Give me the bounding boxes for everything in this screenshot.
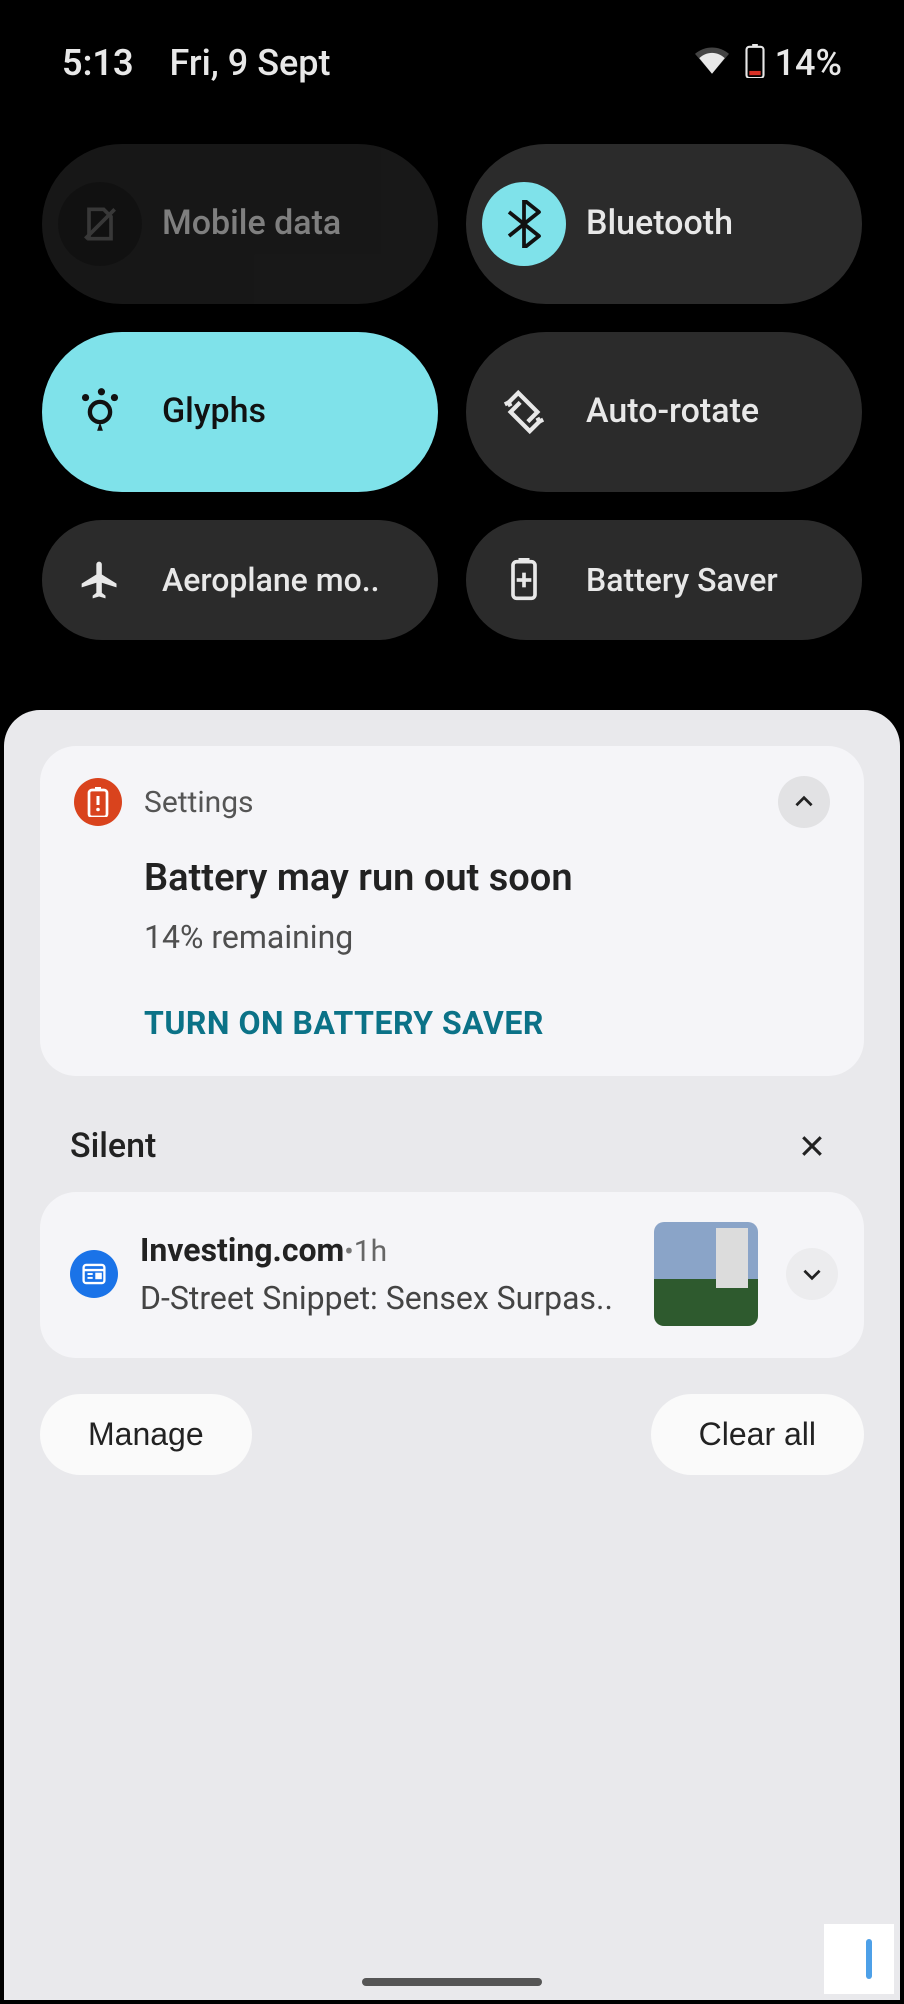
notification-battery-warning[interactable]: Settings Battery may run out soon 14% re… [40,746,864,1076]
notification-body: D-Street Snippet: Sensex Surpas.. [140,1279,632,1317]
notification-title: Battery may run out soon [144,856,830,900]
clear-all-button[interactable]: Clear all [651,1394,864,1475]
expand-button[interactable] [786,1248,838,1300]
qs-label: Battery Saver [586,562,778,599]
separator-dot: • [344,1235,353,1268]
collapse-button[interactable] [778,776,830,828]
qs-tile-bluetooth[interactable]: Bluetooth [466,144,862,304]
turn-on-battery-saver-action[interactable]: TURN ON BATTERY SAVER [144,1004,830,1042]
qs-label: Glyphs [162,392,266,431]
notification-investing[interactable]: Investing.com • 1h D-Street Snippet: Sen… [40,1192,864,1358]
battery-saver-icon [482,538,566,622]
manage-notifications-button[interactable]: Manage [40,1394,252,1475]
glyphs-icon [58,370,142,454]
status-bar: 5:13 Fri, 9 Sept 14% [4,4,900,94]
dismiss-silent-button[interactable] [790,1124,834,1168]
status-time: 5:13 [62,42,134,84]
qs-tile-aeroplane-mode[interactable]: Aeroplane mo.. [42,520,438,640]
qs-tile-battery-saver[interactable]: Battery Saver [466,520,862,640]
sim-off-icon [58,182,142,266]
qs-tile-auto-rotate[interactable]: Auto-rotate [466,332,862,492]
auto-rotate-icon [482,370,566,454]
silent-section-label: Silent [70,1126,156,1166]
status-battery-pct: 14% [775,42,842,84]
notification-age: 1h [354,1234,387,1269]
watermark [824,1924,894,1994]
notification-app-name: Settings [144,785,254,820]
notification-thumbnail [654,1222,758,1326]
battery-low-icon [745,44,765,82]
notification-app-name: Investing.com [140,1231,344,1269]
settings-app-icon [74,778,122,826]
qs-tile-mobile-data[interactable]: Mobile data [42,144,438,304]
airplane-icon [58,538,142,622]
qs-label: Aeroplane mo.. [162,562,380,599]
qs-label: Mobile data [162,204,341,243]
gesture-nav-handle[interactable] [362,1978,542,1986]
notification-shade: Settings Battery may run out soon 14% re… [4,710,900,2000]
quick-settings-panel: Mobile data Bluetooth Glyphs Auto-rotate [4,94,900,710]
status-date: Fri, 9 Sept [170,42,331,84]
notification-subtitle: 14% remaining [144,918,830,956]
wifi-icon [695,47,729,79]
qs-label: Auto-rotate [586,392,759,431]
bluetooth-icon [482,182,566,266]
qs-label: Bluetooth [586,204,733,243]
qs-tile-glyphs[interactable]: Glyphs [42,332,438,492]
investing-app-icon [70,1250,118,1298]
